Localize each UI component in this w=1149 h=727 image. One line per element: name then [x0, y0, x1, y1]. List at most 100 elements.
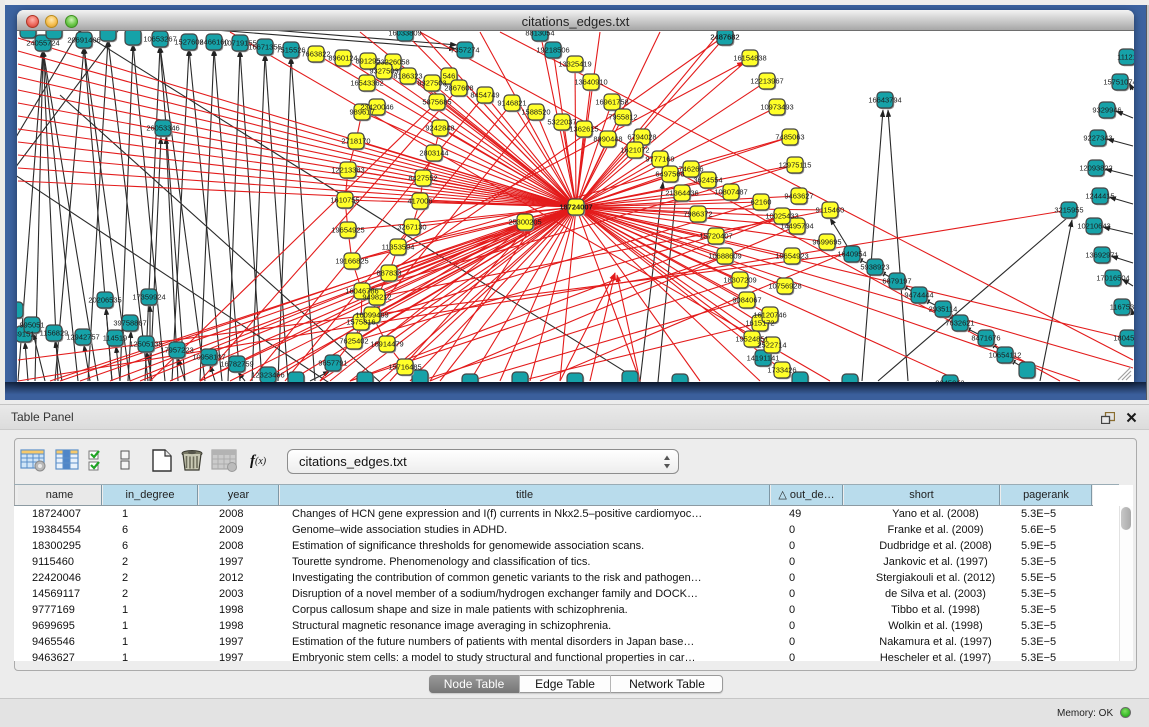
svg-text:18307209: 18307209 — [723, 276, 756, 285]
svg-text:39758867: 39758867 — [113, 319, 146, 328]
svg-text:16782759: 16782759 — [220, 360, 253, 369]
svg-text:9699695: 9699695 — [812, 238, 841, 247]
svg-text:23226058: 23226058 — [376, 58, 409, 67]
svg-text:16099489: 16099489 — [355, 311, 388, 320]
svg-text:6879197: 6879197 — [882, 277, 911, 286]
svg-text:989617: 989617 — [349, 108, 374, 117]
svg-text:12505135: 12505135 — [129, 340, 162, 349]
svg-text:11121: 11121 — [1117, 53, 1134, 62]
svg-text:887833: 887833 — [376, 269, 401, 278]
svg-text:12975115: 12975115 — [779, 161, 812, 170]
svg-text:8990448: 8990448 — [593, 135, 622, 144]
svg-text:116753: 116753 — [1110, 303, 1134, 312]
svg-text:16154838: 16154838 — [733, 54, 766, 63]
svg-text:19218506: 19218506 — [536, 46, 569, 55]
svg-text:25300205: 25300205 — [508, 218, 541, 227]
svg-text:16543362: 16543362 — [350, 79, 383, 88]
svg-text:8471676: 8471676 — [971, 334, 1000, 343]
svg-text:39151: 39151 — [17, 330, 34, 339]
svg-text:7485063: 7485063 — [775, 133, 804, 142]
svg-text:2718170: 2718170 — [341, 137, 370, 146]
svg-text:19166825: 19166825 — [335, 257, 368, 266]
svg-text:16033809: 16033809 — [388, 31, 421, 38]
svg-text:9329946: 9329946 — [1092, 106, 1121, 115]
svg-text:2522714: 2522714 — [757, 341, 786, 350]
svg-text:1621072: 1621072 — [620, 146, 649, 155]
svg-text:21364436: 21364436 — [665, 189, 698, 198]
svg-text:18724007: 18724007 — [559, 203, 592, 212]
svg-text:7357274: 7357274 — [450, 46, 479, 55]
svg-text:17016504: 17016504 — [1096, 274, 1129, 283]
svg-text:9463627: 9463627 — [784, 192, 813, 201]
svg-text:1588520: 1588520 — [521, 108, 550, 117]
svg-text:12093822: 12093822 — [1079, 164, 1112, 173]
svg-text:546: 546 — [443, 72, 456, 81]
svg-text:24055724: 24055724 — [26, 39, 59, 48]
svg-text:8454749: 8454749 — [470, 91, 499, 100]
svg-text:9146821: 9146821 — [497, 99, 526, 108]
svg-text:19654923: 19654923 — [775, 252, 808, 261]
svg-text:7986372: 7986372 — [683, 210, 712, 219]
svg-text:13692971: 13692971 — [1085, 251, 1118, 260]
svg-text:9227343: 9227343 — [1083, 134, 1112, 143]
svg-text:9657791: 9657791 — [318, 359, 347, 368]
svg-text:9474444: 9474444 — [904, 291, 933, 300]
svg-text:417006: 417006 — [407, 197, 432, 206]
svg-text:9115460: 9115460 — [816, 206, 845, 215]
svg-text:8960124: 8960124 — [328, 54, 357, 63]
svg-text:12213967: 12213967 — [750, 77, 783, 86]
svg-text:8427552: 8427552 — [408, 174, 437, 183]
svg-text:20206535: 20206535 — [88, 296, 121, 305]
svg-text:10653267: 10653267 — [143, 35, 176, 44]
svg-text:17957223: 17957223 — [160, 346, 193, 355]
svg-text:26053346: 26053346 — [146, 124, 179, 133]
svg-text:7625402: 7625402 — [339, 337, 368, 346]
svg-text:10973493: 10973493 — [760, 103, 793, 112]
svg-text:12213383: 12213383 — [331, 166, 364, 175]
svg-text:17359924: 17359924 — [132, 293, 165, 302]
svg-text:12942757: 12942757 — [66, 333, 99, 342]
svg-text:7663822: 7663822 — [301, 50, 330, 59]
svg-text:9498212: 9498212 — [362, 293, 391, 302]
svg-text:746266: 746266 — [678, 165, 703, 174]
svg-text:9084067: 9084067 — [732, 296, 761, 305]
svg-text:2487682: 2487682 — [710, 33, 739, 42]
svg-text:1610755: 1610755 — [330, 196, 359, 205]
svg-text:3215955: 3215955 — [1054, 206, 1083, 215]
svg-text:10025433: 10025433 — [765, 212, 798, 221]
svg-text:19654925: 19654925 — [331, 226, 364, 235]
svg-text:1244415: 1244415 — [1085, 192, 1114, 201]
svg-text:9242848: 9242848 — [425, 124, 454, 133]
svg-text:10807487: 10807487 — [714, 188, 747, 197]
svg-text:(x): (x) — [255, 456, 267, 467]
svg-text:12323466: 12323466 — [251, 371, 284, 380]
svg-text:5875685: 5875685 — [422, 98, 451, 107]
svg-text:62160: 62160 — [751, 198, 772, 207]
svg-text:3267130: 3267130 — [397, 223, 426, 232]
svg-text:16643794: 16643794 — [868, 96, 901, 105]
svg-text:1615172: 1615172 — [745, 319, 774, 328]
svg-text:2867608: 2867608 — [444, 84, 473, 93]
svg-text:3624554: 3624554 — [693, 176, 722, 185]
svg-text:16914479: 16914479 — [370, 340, 403, 349]
svg-text:5938923: 5938923 — [860, 263, 889, 272]
svg-text:2935114: 2935114 — [929, 305, 958, 314]
svg-text:1640954: 1640954 — [837, 250, 866, 259]
svg-text:13325419: 13325419 — [558, 60, 591, 69]
svg-text:1804507: 1804507 — [1113, 334, 1134, 343]
svg-text:14191141: 14191141 — [747, 354, 780, 363]
svg-text:1362615: 1362615 — [569, 125, 598, 134]
svg-text:114519: 114519 — [103, 334, 127, 343]
svg-text:1733426: 1733426 — [767, 366, 796, 375]
svg-text:14495794: 14495794 — [780, 222, 813, 231]
svg-text:9245012: 9245012 — [935, 379, 964, 383]
svg-text:6794028: 6794028 — [627, 133, 656, 142]
svg-text:16120746: 16120746 — [753, 311, 786, 320]
svg-text:7955812: 7955812 — [608, 113, 637, 122]
svg-text:15716485: 15716485 — [388, 363, 421, 372]
svg-text:16961758: 16961758 — [595, 98, 628, 107]
svg-text:10756928: 10756928 — [768, 282, 801, 291]
svg-text:20691406: 20691406 — [67, 36, 100, 45]
svg-text:10654112: 10654112 — [989, 351, 1022, 360]
svg-text:13640910: 13640910 — [574, 78, 607, 87]
